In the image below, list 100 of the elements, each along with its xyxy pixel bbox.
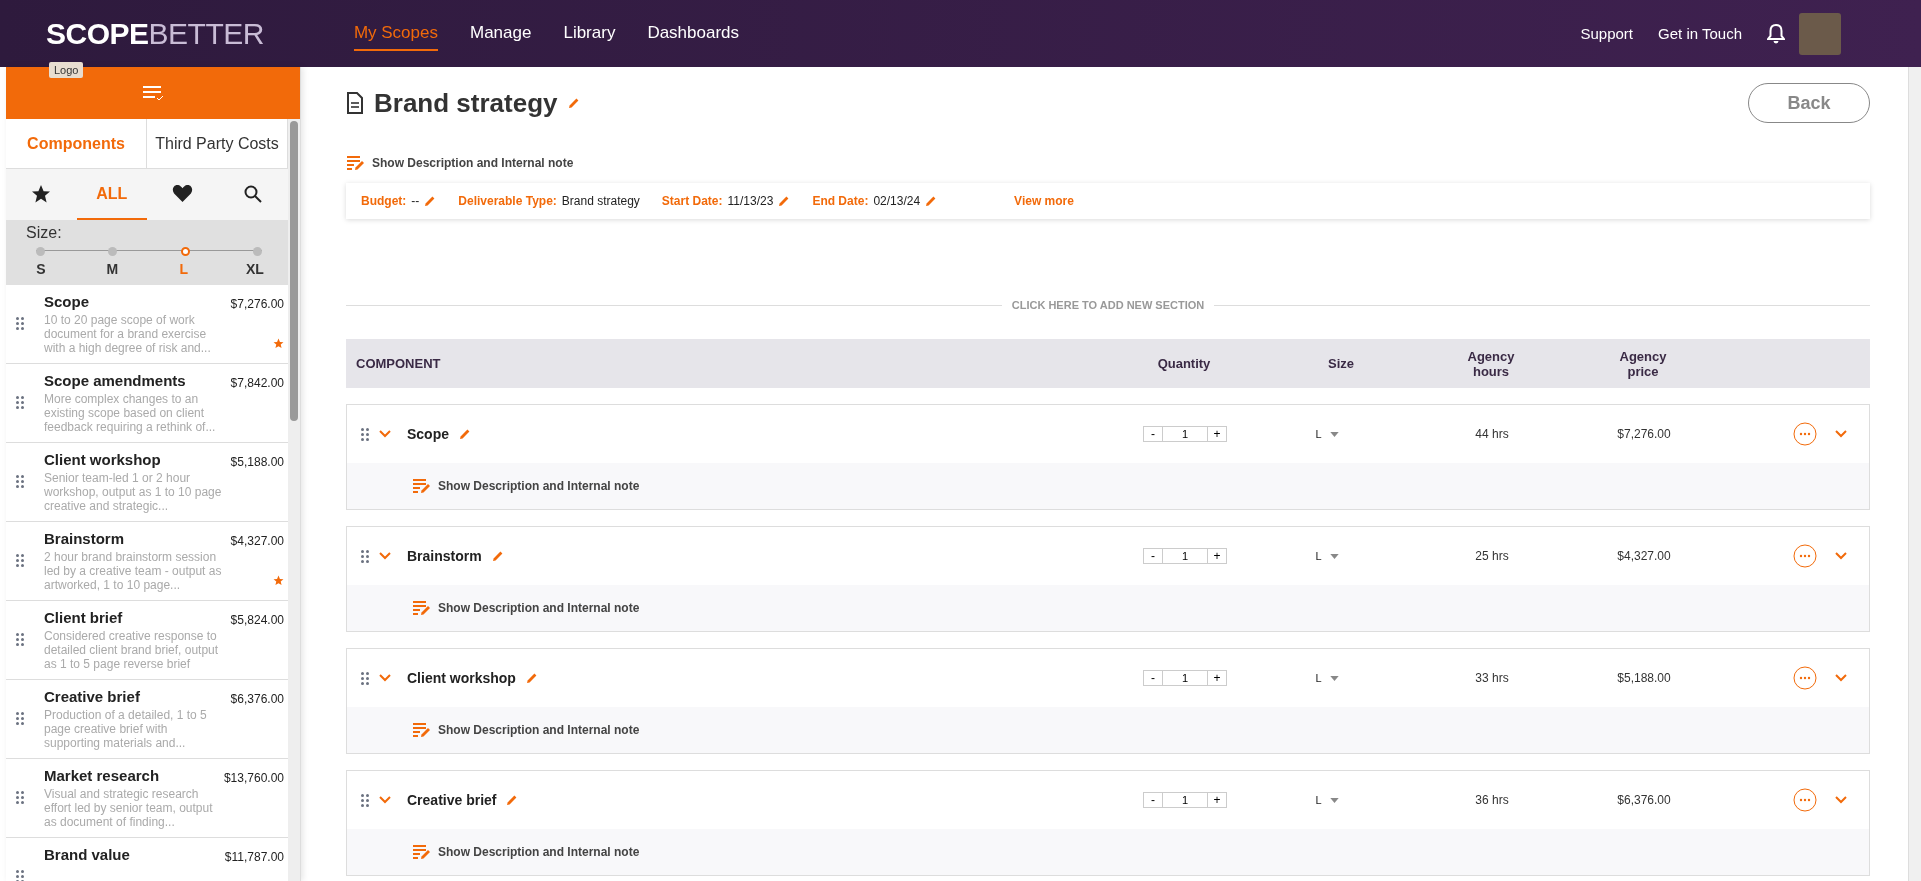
increment-button[interactable]: + bbox=[1207, 548, 1227, 564]
show-note-link[interactable]: Show Description and Internal note bbox=[346, 155, 574, 171]
increment-button[interactable]: + bbox=[1207, 670, 1227, 686]
component-price: $7,276.00 bbox=[230, 297, 284, 311]
component-price: $5,188.00 bbox=[230, 455, 284, 469]
avatar-placeholder[interactable] bbox=[1799, 12, 1841, 55]
header-link[interactable]: Support bbox=[1580, 25, 1634, 42]
pencil-icon[interactable] bbox=[925, 195, 938, 207]
logo[interactable]: SCOPEBETTER bbox=[46, 16, 264, 51]
increment-button[interactable]: + bbox=[1207, 426, 1227, 442]
decrement-button[interactable]: - bbox=[1143, 792, 1163, 808]
show-note-label[interactable]: Show Description and Internal note bbox=[438, 723, 640, 737]
quantity-field[interactable]: 1 bbox=[1163, 792, 1207, 808]
decrement-button[interactable]: - bbox=[1143, 670, 1163, 686]
bell-icon[interactable] bbox=[1767, 23, 1785, 44]
more-icon[interactable] bbox=[1793, 788, 1817, 812]
drag-handle-icon[interactable] bbox=[16, 870, 24, 881]
meta-label: End Date: bbox=[812, 194, 869, 208]
drag-handle-icon[interactable] bbox=[16, 554, 24, 567]
chevron-down-icon[interactable] bbox=[379, 430, 391, 438]
size-option[interactable]: XL bbox=[242, 261, 268, 277]
note-edit-icon bbox=[412, 600, 432, 616]
size-dropdown[interactable]: L bbox=[1233, 550, 1421, 562]
decrement-button[interactable]: - bbox=[1143, 548, 1163, 564]
more-icon[interactable] bbox=[1793, 544, 1817, 568]
hours-cell-text: 33 hrs bbox=[1474, 671, 1510, 685]
pencil-icon[interactable] bbox=[424, 195, 437, 207]
expand-icon[interactable] bbox=[1835, 674, 1847, 682]
drag-handle-icon[interactable] bbox=[361, 793, 369, 807]
back-button[interactable]: Back bbox=[1748, 83, 1870, 123]
meta-label: Start Date: bbox=[661, 194, 723, 208]
column-header: Size bbox=[1328, 356, 1354, 371]
pencil-icon[interactable] bbox=[459, 428, 471, 440]
component-description: Senior team-led 1 or 2 hour workshop, output as 1 to 10 page creative and strategic... bbox=[44, 471, 223, 513]
tooltip: Logo bbox=[49, 62, 84, 78]
size-dropdown[interactable]: L bbox=[1233, 794, 1421, 806]
size-dropdown[interactable]: L bbox=[1233, 428, 1421, 440]
search-icon bbox=[243, 184, 262, 203]
drag-handle-icon[interactable] bbox=[16, 317, 24, 330]
expand-icon[interactable] bbox=[1835, 796, 1847, 804]
size-option[interactable]: S bbox=[28, 261, 54, 277]
chevron-down-icon[interactable] bbox=[379, 674, 391, 682]
drag-handle-icon[interactable] bbox=[16, 475, 24, 488]
quantity-field[interactable]: 1 bbox=[1163, 426, 1207, 442]
expand-icon[interactable] bbox=[1835, 430, 1847, 438]
size-stop[interactable] bbox=[180, 246, 190, 256]
more-icon[interactable] bbox=[1793, 422, 1817, 446]
list-check-icon[interactable] bbox=[142, 85, 164, 101]
decrement-button[interactable]: - bbox=[1143, 426, 1163, 442]
chevron-down-icon[interactable] bbox=[379, 796, 391, 804]
quantity-field[interactable]: 1 bbox=[1163, 548, 1207, 564]
nav-link[interactable]: Dashboards bbox=[647, 16, 740, 51]
drag-handle-icon[interactable] bbox=[16, 791, 24, 804]
price-cell-text: $5,188.00 bbox=[1616, 671, 1672, 685]
nav-link[interactable]: My Scopes bbox=[353, 16, 438, 51]
drag-handle-icon[interactable] bbox=[16, 712, 24, 725]
component-name: Scope amendments bbox=[44, 372, 187, 389]
expand-icon[interactable] bbox=[1835, 552, 1847, 560]
show-note-label[interactable]: Show Description and Internal note bbox=[438, 845, 640, 859]
pencil-icon[interactable] bbox=[525, 672, 538, 684]
drag-handle-icon[interactable] bbox=[361, 671, 369, 685]
component-price: $13,760.00 bbox=[223, 771, 284, 785]
show-note-link[interactable]: Show Description and Internal note bbox=[412, 478, 640, 494]
edit-title-icon[interactable] bbox=[567, 97, 580, 109]
component-name: Client workshop bbox=[44, 451, 162, 468]
document-icon bbox=[346, 92, 364, 114]
drag-handle-icon[interactable] bbox=[16, 396, 24, 409]
pencil-icon[interactable] bbox=[506, 794, 519, 806]
show-note-link[interactable]: Show Description and Internal note bbox=[412, 600, 640, 616]
show-note-link[interactable]: Show Description and Internal note bbox=[412, 722, 640, 738]
drag-handle-icon[interactable] bbox=[361, 549, 369, 563]
note-edit-icon bbox=[412, 478, 432, 494]
size-dropdown[interactable]: L bbox=[1233, 672, 1421, 684]
show-note-link[interactable]: Show Description and Internal note bbox=[412, 844, 640, 860]
meta-label: Budget: bbox=[361, 194, 407, 208]
chevron-down-icon[interactable] bbox=[379, 552, 391, 560]
caret-icon[interactable] bbox=[1329, 553, 1339, 559]
meta-value: 02/13/24 bbox=[873, 194, 921, 208]
component-name: Creative brief bbox=[44, 688, 141, 705]
pencil-icon[interactable] bbox=[778, 195, 791, 207]
nav-link[interactable]: Library bbox=[563, 16, 616, 51]
header-link[interactable]: Get in Touch bbox=[1658, 25, 1742, 42]
scrollbar[interactable] bbox=[288, 119, 300, 881]
scrollbar[interactable] bbox=[1908, 67, 1921, 881]
drag-handle-icon[interactable] bbox=[361, 427, 369, 441]
show-note-label[interactable]: Show Description and Internal note bbox=[438, 479, 640, 493]
size-option[interactable]: M bbox=[99, 261, 126, 277]
show-note-label[interactable]: Show Description and Internal note bbox=[438, 601, 640, 615]
caret-icon[interactable] bbox=[1329, 675, 1339, 681]
pencil-icon[interactable] bbox=[491, 550, 504, 562]
increment-button[interactable]: + bbox=[1207, 792, 1227, 808]
more-icon[interactable] bbox=[1793, 666, 1817, 690]
show-note-label[interactable]: Show Description and Internal note bbox=[372, 156, 574, 170]
page-title: Brand strategy bbox=[374, 87, 558, 119]
size-stop[interactable] bbox=[108, 246, 118, 256]
caret-icon[interactable] bbox=[1329, 797, 1339, 803]
drag-handle-icon[interactable] bbox=[16, 633, 24, 646]
nav-link[interactable]: Manage bbox=[470, 16, 532, 51]
quantity-field[interactable]: 1 bbox=[1163, 670, 1207, 686]
caret-icon[interactable] bbox=[1329, 431, 1339, 437]
